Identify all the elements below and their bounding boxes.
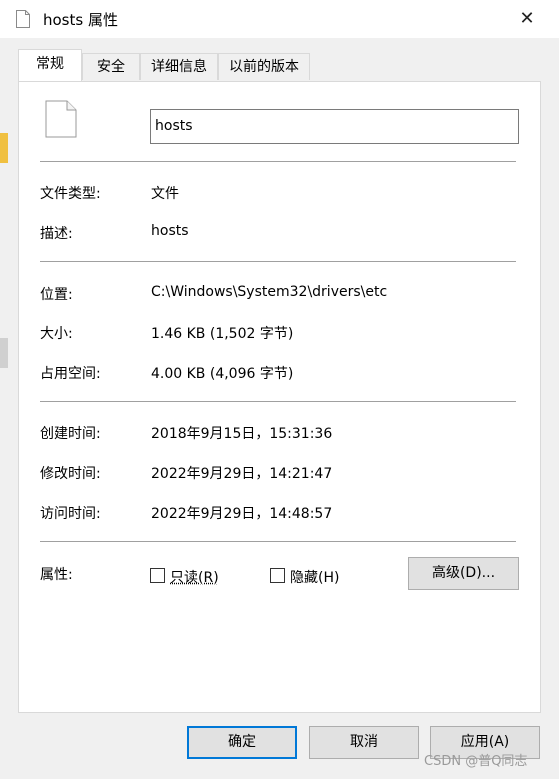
watermark: CSDN @普Q同志 [424, 754, 528, 769]
ok-button[interactable]: 确定 [187, 726, 297, 759]
advanced-button[interactable]: 高级(D)... [408, 557, 519, 590]
disk-size-label: 占用空间: [40, 366, 101, 382]
modified-label: 修改时间: [40, 466, 101, 482]
readonly-checkbox-label[interactable]: 只读(R) [170, 567, 219, 587]
tab-details[interactable]: 详细信息 [140, 53, 218, 80]
close-button[interactable]: ✕ [512, 4, 542, 34]
attributes-label: 属性: [40, 567, 73, 583]
tab-bar: 常规 安全 详细信息 以前的版本 [18, 38, 540, 82]
created-value: 2018年9月15日，15:31:36 [151, 426, 333, 442]
close-icon: ✕ [519, 8, 535, 29]
description-label: 描述: [40, 226, 73, 242]
disk-size-value: 4.00 KB (4,096 字节) [151, 366, 294, 382]
tab-security[interactable]: 安全 [82, 53, 140, 80]
background-highlight [0, 338, 8, 368]
description-value: hosts [151, 223, 189, 239]
divider [40, 161, 516, 162]
divider [40, 541, 516, 542]
tab-general[interactable]: 常规 [18, 49, 82, 81]
cancel-button[interactable]: 取消 [309, 726, 419, 759]
size-label: 大小: [40, 326, 73, 342]
divider [40, 401, 516, 402]
background-highlight [0, 133, 8, 163]
accessed-label: 访问时间: [40, 506, 101, 522]
file-type-value: 文件 [151, 186, 179, 202]
location-value: C:\Windows\System32\drivers\etc [151, 284, 388, 300]
size-value: 1.46 KB (1,502 字节) [151, 326, 294, 342]
created-label: 创建时间: [40, 426, 101, 442]
title-bar: hosts 属性 ✕ [0, 0, 559, 38]
background-window-edge [0, 38, 18, 779]
window-title: hosts 属性 [43, 11, 118, 29]
file-icon [16, 10, 30, 28]
location-label: 位置: [40, 287, 73, 303]
readonly-checkbox[interactable] [150, 568, 165, 583]
hidden-checkbox-label[interactable]: 隐藏(H) [290, 567, 339, 587]
general-panel: hosts 文件类型: 文件 描述: hosts 位置: C:\Windows\… [18, 81, 541, 713]
tab-previous-versions[interactable]: 以前的版本 [218, 53, 310, 80]
filename-field[interactable]: hosts [150, 109, 519, 144]
divider [40, 261, 516, 262]
modified-value: 2022年9月29日，14:21:47 [151, 466, 333, 482]
file-icon [45, 100, 77, 138]
hidden-checkbox[interactable] [270, 568, 285, 583]
file-type-label: 文件类型: [40, 186, 101, 202]
accessed-value: 2022年9月29日，14:48:57 [151, 506, 333, 522]
